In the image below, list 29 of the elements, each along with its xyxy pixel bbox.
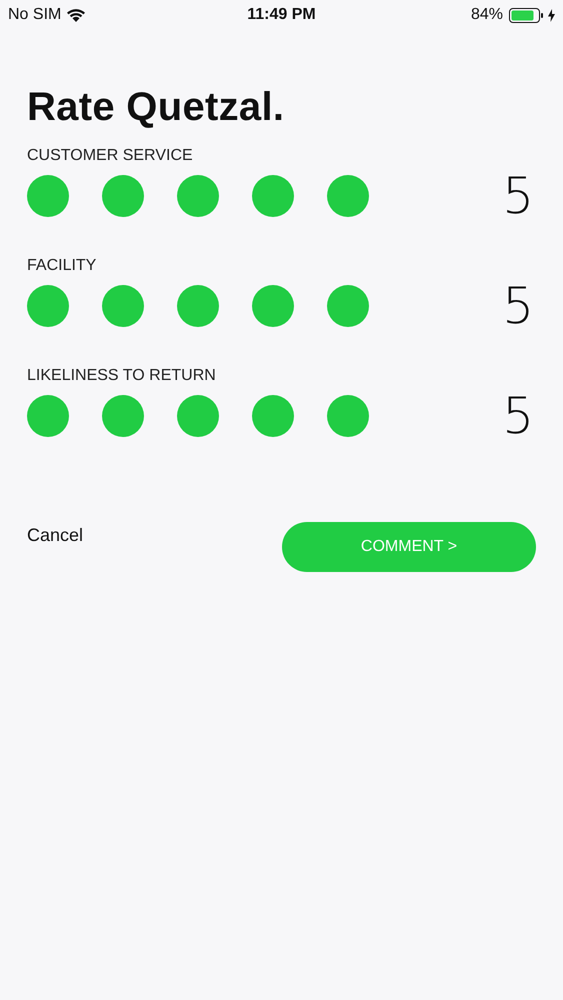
rating-dot[interactable] <box>327 395 369 437</box>
charging-bolt-icon <box>548 8 555 22</box>
wifi-icon <box>66 8 86 22</box>
rating-score: 5 <box>502 171 534 221</box>
rating-label: FACILITY <box>27 256 98 276</box>
rating-dot[interactable] <box>27 395 69 437</box>
rating-dot[interactable] <box>27 285 69 327</box>
rating-score: 5 <box>502 391 534 441</box>
battery-percent: 84% <box>470 6 503 24</box>
rating-dot[interactable] <box>252 175 294 217</box>
rating-score: 5 <box>502 281 534 331</box>
rating-dot[interactable] <box>102 285 144 327</box>
carrier-label: No SIM <box>8 6 62 24</box>
rating-dot[interactable] <box>327 285 369 327</box>
cancel-link[interactable]: Cancel <box>27 525 84 546</box>
rating-dot[interactable] <box>27 175 69 217</box>
rating-dot[interactable] <box>102 175 144 217</box>
rating-dot[interactable] <box>102 395 144 437</box>
battery-icon <box>508 8 545 22</box>
rating-label: CUSTOMER SERVICE <box>27 146 194 166</box>
rating-dot[interactable] <box>252 395 294 437</box>
rating-dot[interactable] <box>177 285 219 327</box>
rating-dot[interactable] <box>177 175 219 217</box>
rating-dot[interactable] <box>177 395 219 437</box>
clock-time: 11:49 PM <box>247 6 316 24</box>
page-title: Rate Quetzal. <box>27 84 286 131</box>
rating-dot[interactable] <box>327 175 369 217</box>
rating-label: LIKELINESS TO RETURN <box>27 366 217 386</box>
rating-dot[interactable] <box>252 285 294 327</box>
